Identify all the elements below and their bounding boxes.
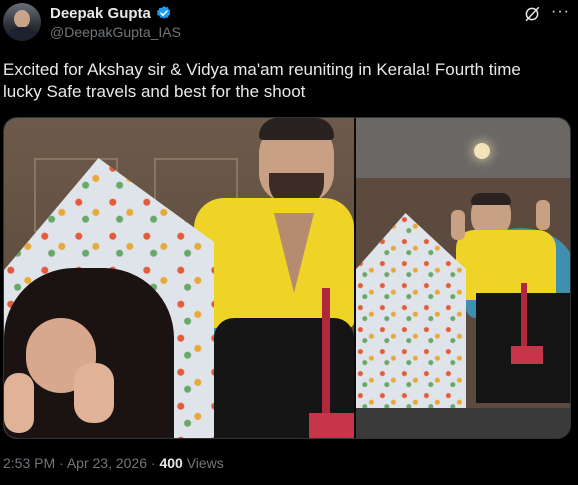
avatar-face [14, 10, 30, 28]
yellow-shirt [194, 198, 354, 328]
media-photo-1[interactable] [4, 118, 354, 438]
ceiling-light [474, 143, 490, 159]
verified-badge-icon [156, 6, 171, 19]
yellow-shirt [456, 230, 556, 300]
tweet-text: Excited for Akshay sir & Vidya ma'am reu… [3, 60, 521, 101]
meta-separator: · [59, 455, 64, 471]
tweet-meta: 2:53 PM · Apr 23, 2026 · 400 Views [3, 455, 224, 471]
ceiling [356, 118, 570, 178]
author-handle[interactable]: @DeepakGupta_IAS [50, 24, 181, 40]
more-options-icon[interactable]: ··· [551, 3, 570, 21]
media-photo-2[interactable] [356, 118, 570, 438]
author-avatar[interactable] [3, 3, 41, 41]
avatar-suit [7, 27, 37, 41]
tweet-time[interactable]: 2:53 PM [3, 455, 55, 471]
author-name[interactable]: Deepak Gupta [50, 5, 151, 22]
views-count: 400 [159, 455, 183, 471]
gift-box [511, 346, 543, 364]
person-hair [471, 193, 511, 205]
thumbs-up-hand [536, 200, 550, 230]
thumbs-up-hand [4, 373, 34, 433]
person-hair [259, 118, 334, 140]
gift-box [309, 413, 354, 438]
tweet-media[interactable] [3, 117, 571, 439]
floor [356, 408, 570, 438]
red-handle [521, 283, 527, 353]
red-handle [322, 288, 330, 418]
thumbs-up-hand [451, 210, 465, 240]
tweet-date[interactable]: Apr 23, 2026 [67, 455, 147, 471]
meta-separator: · [150, 455, 156, 471]
thumbs-up-hand [74, 363, 114, 423]
grok-icon[interactable] [523, 5, 541, 23]
views-label: Views [186, 455, 224, 471]
